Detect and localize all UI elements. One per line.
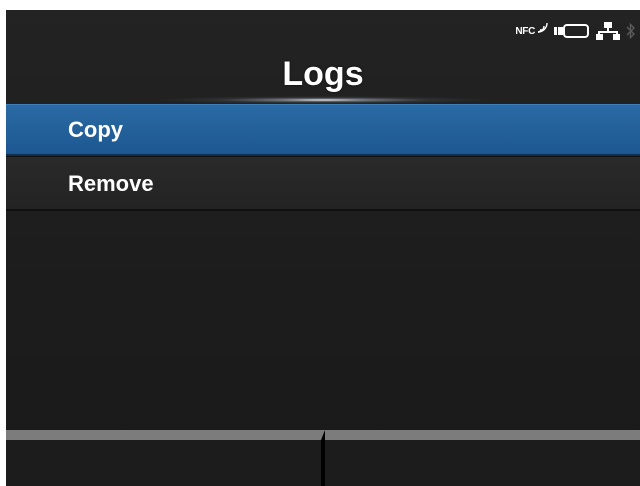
menu-item-copy[interactable]: Copy: [6, 104, 640, 156]
softkey-left[interactable]: [6, 430, 325, 486]
menu-item-remove[interactable]: Remove: [6, 156, 640, 211]
softkey-right[interactable]: [325, 430, 640, 486]
title-underline-glow: [156, 96, 490, 104]
menu-list: Copy Remove: [6, 104, 640, 211]
header: Logs: [6, 10, 640, 104]
page-title: Logs: [282, 55, 364, 93]
softkey-bar: [6, 430, 640, 486]
printer-display: NFC Logs Copy Remove: [6, 10, 640, 486]
